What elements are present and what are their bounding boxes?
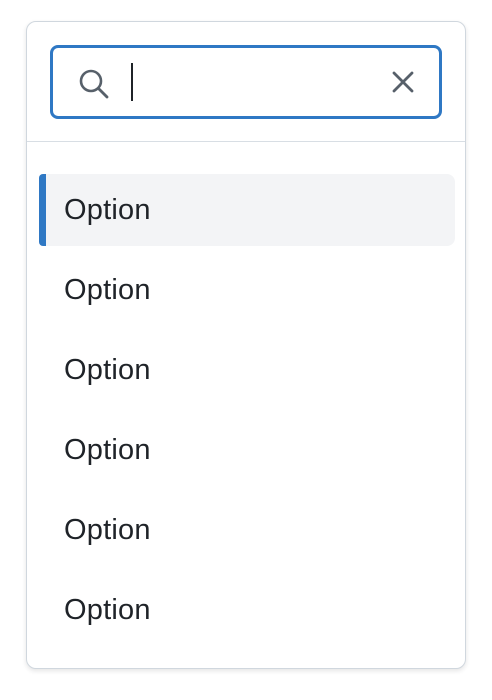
option-label: Option xyxy=(64,593,151,626)
search-input[interactable] xyxy=(127,56,367,108)
option-label: Option xyxy=(64,513,151,546)
text-caret xyxy=(131,63,133,101)
active-indicator xyxy=(39,174,46,246)
search-box[interactable] xyxy=(50,45,442,119)
divider xyxy=(27,141,465,142)
option-item[interactable]: Option xyxy=(39,574,455,646)
option-label: Option xyxy=(64,353,151,386)
option-item[interactable]: Option xyxy=(39,174,455,246)
option-label: Option xyxy=(64,193,151,226)
option-item[interactable]: Option xyxy=(39,334,455,406)
option-label: Option xyxy=(64,433,151,466)
option-item[interactable]: Option xyxy=(39,494,455,566)
select-panel: Option Option Option Option Option Optio… xyxy=(26,21,466,669)
option-item[interactable]: Option xyxy=(39,254,455,326)
search-icon xyxy=(77,67,111,101)
option-label: Option xyxy=(64,273,151,306)
option-item[interactable]: Option xyxy=(39,414,455,486)
close-icon xyxy=(392,71,414,93)
options-list: Option Option Option Option Option Optio… xyxy=(39,174,455,654)
clear-button[interactable] xyxy=(383,62,423,102)
